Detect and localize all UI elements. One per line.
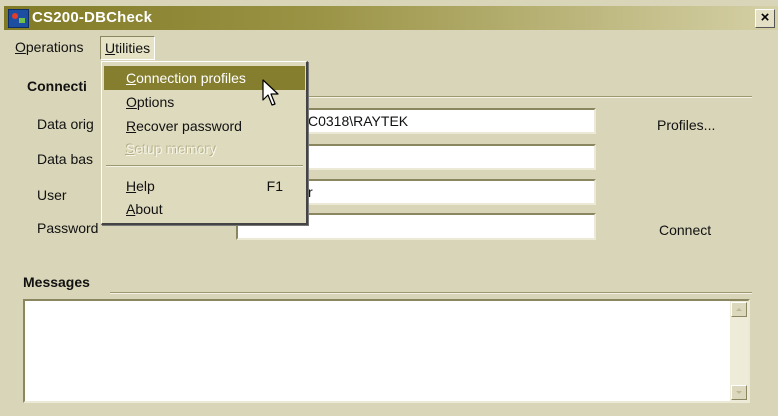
messages-group-divider: [110, 292, 752, 294]
menu-item-recover-password[interactable]: Recover password: [104, 114, 305, 138]
data-origin-value: C0318\RAYTEK: [308, 113, 409, 129]
menu-separator: [106, 165, 303, 167]
menu-utilities[interactable]: Utilities: [100, 36, 156, 60]
profiles-button[interactable]: Profiles...: [657, 117, 715, 133]
menu-item-about[interactable]: About: [104, 197, 305, 221]
scroll-up-icon[interactable]: [731, 302, 747, 317]
window-title: CS200-DBCheck: [32, 9, 153, 26]
user-value: r: [308, 184, 313, 200]
menu-item-help[interactable]: Help F1: [104, 174, 305, 198]
scroll-down-icon[interactable]: [731, 385, 747, 400]
database-label: Data bas: [37, 151, 94, 167]
app-window: CS200-DBCheck × Operations Utilities Con…: [0, 0, 778, 416]
app-icon[interactable]: [8, 9, 29, 28]
password-label: Password: [37, 220, 99, 236]
connect-button[interactable]: Connect: [659, 222, 711, 238]
user-label: User: [37, 187, 67, 203]
messages-scrollbar[interactable]: [730, 301, 748, 401]
close-icon: ×: [760, 9, 770, 26]
help-shortcut: F1: [266, 178, 283, 194]
messages-group-title: Messages: [23, 274, 90, 290]
messages-area[interactable]: [23, 299, 750, 403]
close-button[interactable]: ×: [755, 9, 775, 28]
menu-item-setup-memory: Setup memory: [126, 141, 218, 157]
connection-group-divider: [300, 96, 752, 98]
data-origin-label: Data orig: [37, 116, 94, 132]
menu-operations[interactable]: Operations: [15, 36, 83, 58]
connection-group-title: Connecti: [27, 78, 87, 94]
mouse-pointer-icon: [262, 79, 279, 106]
